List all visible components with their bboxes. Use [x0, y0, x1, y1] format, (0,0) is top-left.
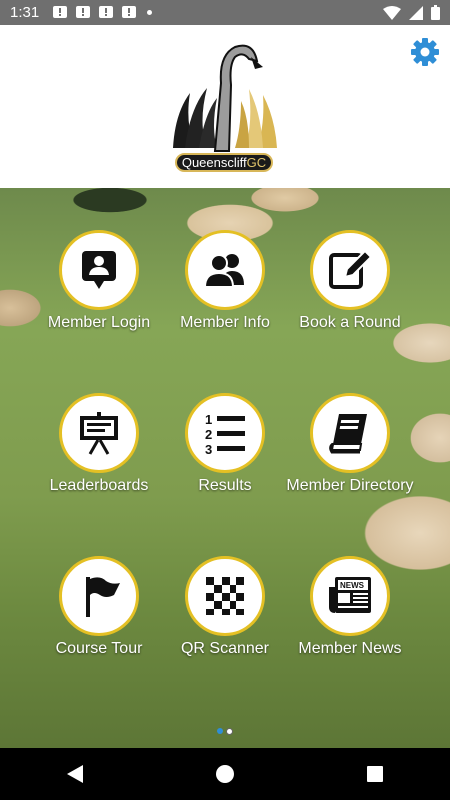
book-icon — [329, 414, 367, 454]
logo-wordmark: Queenscliff GC — [175, 153, 273, 172]
tile-icon-circle — [185, 230, 265, 310]
logo-text-accent: GC — [246, 155, 267, 170]
book-a-round-tile[interactable]: Book a Round — [275, 230, 425, 370]
status-bar: 1:31 — [0, 0, 450, 25]
news-icon-text: NEWS — [340, 581, 365, 590]
tile-icon-circle — [310, 393, 390, 473]
wifi-icon — [383, 5, 401, 20]
tile-icon-circle — [59, 230, 139, 310]
tile-icon-circle: NEWS — [310, 556, 390, 636]
menu-grid: Member Login Member Info Book a Round Le… — [0, 188, 450, 748]
tile-label: Member Directory — [286, 477, 414, 494]
tile-label: Member News — [298, 640, 402, 657]
battery-icon — [431, 5, 440, 20]
tile-icon-circle: 1 2 3 — [185, 393, 265, 473]
status-icons — [383, 5, 440, 20]
edit-icon — [329, 249, 373, 289]
page-dot[interactable] — [226, 728, 233, 735]
notification-icon — [122, 5, 137, 18]
page-indicator — [0, 728, 450, 738]
member-directory-tile[interactable]: Member Directory — [275, 393, 425, 533]
more-notifications-dot — [147, 10, 153, 15]
page-dot-active[interactable] — [217, 728, 223, 734]
home-button[interactable] — [205, 754, 245, 794]
notification-icon — [53, 5, 68, 18]
qr-code-icon — [206, 577, 244, 615]
presentation-board-icon — [80, 412, 118, 455]
status-time: 1:31 — [10, 4, 40, 21]
recents-button[interactable] — [355, 754, 395, 794]
tile-label: Book a Round — [299, 314, 401, 331]
system-nav-bar — [0, 748, 450, 800]
member-login-icon — [82, 251, 116, 289]
tile-icon-circle — [185, 556, 265, 636]
recents-square-icon — [367, 766, 383, 782]
tile-icon-circle — [59, 393, 139, 473]
tile-icon-circle — [59, 556, 139, 636]
home-grid-area: Member Login Member Info Book a Round Le… — [0, 188, 450, 748]
settings-gear-icon[interactable] — [410, 37, 440, 67]
svg-text:2: 2 — [205, 427, 212, 442]
logo-text-main: Queenscliff — [181, 155, 247, 170]
app-header: Queenscliff GC — [0, 25, 450, 188]
back-button[interactable] — [55, 754, 95, 794]
notification-icon — [76, 5, 91, 18]
members-icon — [203, 254, 244, 288]
home-circle-icon — [216, 765, 234, 783]
newspaper-icon: NEWS — [329, 577, 371, 613]
numbered-list-icon: 1 2 3 — [205, 412, 245, 456]
tile-icon-circle — [310, 230, 390, 310]
back-triangle-icon — [67, 765, 83, 783]
svg-text:1: 1 — [205, 412, 212, 427]
signal-icon — [409, 5, 423, 20]
member-news-tile[interactable]: NEWS Member News — [275, 556, 425, 696]
svg-text:3: 3 — [205, 442, 212, 456]
notification-icon — [99, 5, 114, 18]
flag-icon — [86, 577, 120, 617]
